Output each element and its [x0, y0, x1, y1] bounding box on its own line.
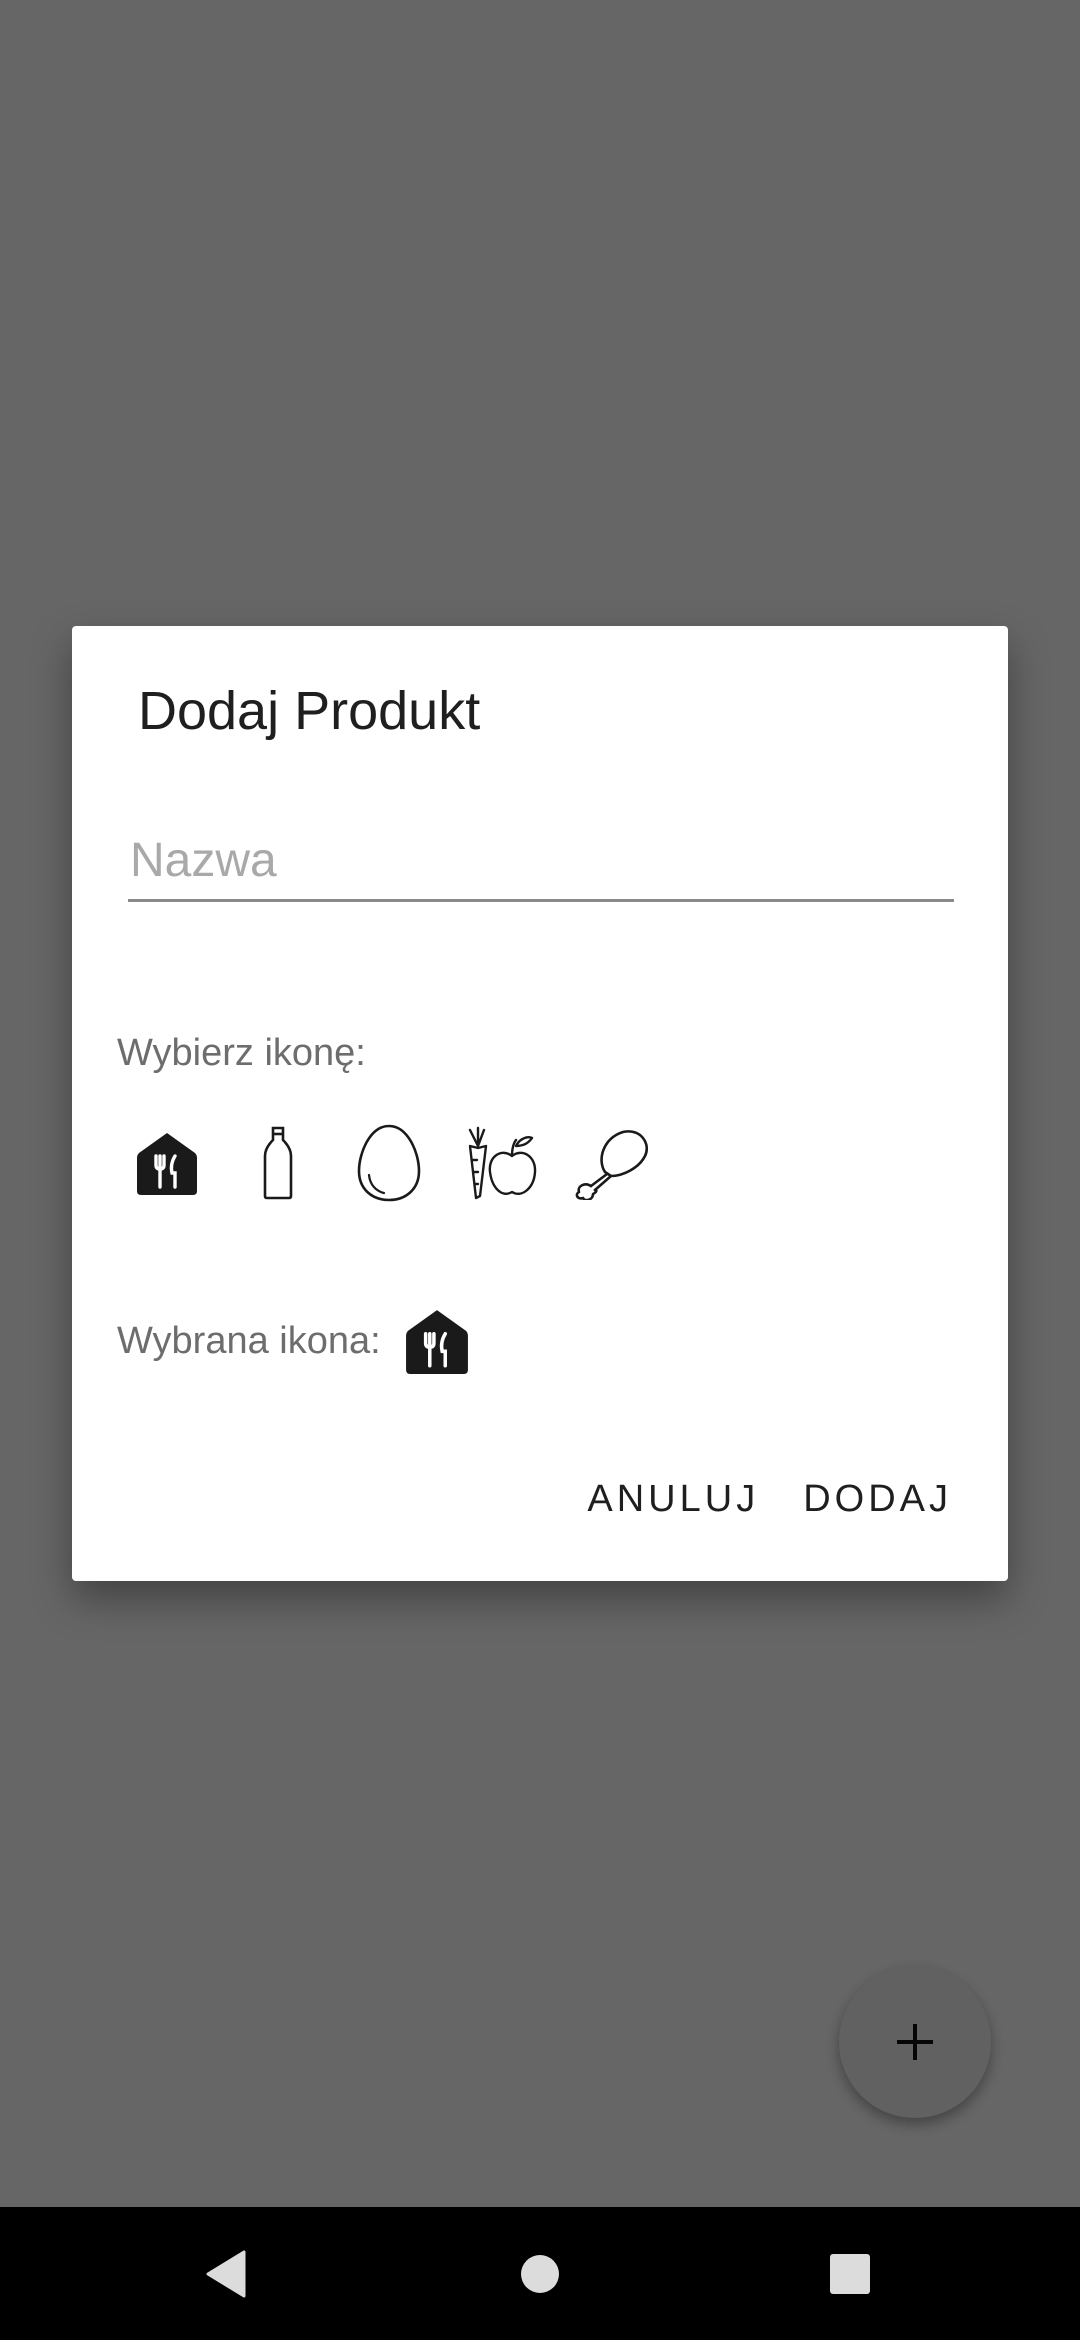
bottle-icon	[263, 1126, 293, 1200]
cancel-button[interactable]: ANULUJ	[587, 1478, 759, 1521]
restaurant-icon	[137, 1133, 197, 1195]
nav-back-button[interactable]	[166, 2207, 286, 2340]
icon-option-bottle[interactable]	[235, 1120, 321, 1206]
nav-recent-apps-button[interactable]	[790, 2207, 910, 2340]
dialog-title: Dodaj Produkt	[138, 681, 481, 741]
add-product-dialog: Dodaj Produkt Wybierz ikonę:	[72, 626, 1008, 1581]
choose-icon-label: Wybierz ikonę:	[117, 1032, 366, 1074]
icon-picker	[124, 1120, 724, 1206]
dialog-actions: ANULUJ DODAJ	[587, 1478, 952, 1521]
selected-icon-preview	[406, 1308, 468, 1374]
back-icon	[206, 2250, 246, 2297]
nav-home-button[interactable]	[480, 2207, 600, 2340]
egg-icon	[357, 1124, 421, 1202]
recent-apps-icon	[830, 2253, 870, 2294]
icon-option-restaurant[interactable]	[124, 1120, 210, 1206]
restaurant-icon	[406, 1310, 468, 1374]
home-icon	[521, 2254, 559, 2293]
fruit-vegetable-icon	[468, 1126, 537, 1200]
icon-option-chicken-leg[interactable]	[568, 1120, 654, 1206]
system-navigation-bar	[0, 2207, 1080, 2340]
icon-option-fruit-vegetable[interactable]	[457, 1120, 543, 1206]
selected-icon-label: Wybrana ikona:	[117, 1320, 381, 1362]
chicken-leg-icon	[575, 1130, 648, 1200]
name-input[interactable]	[128, 822, 954, 902]
icon-option-egg[interactable]	[346, 1120, 432, 1206]
add-button[interactable]: DODAJ	[803, 1478, 952, 1521]
